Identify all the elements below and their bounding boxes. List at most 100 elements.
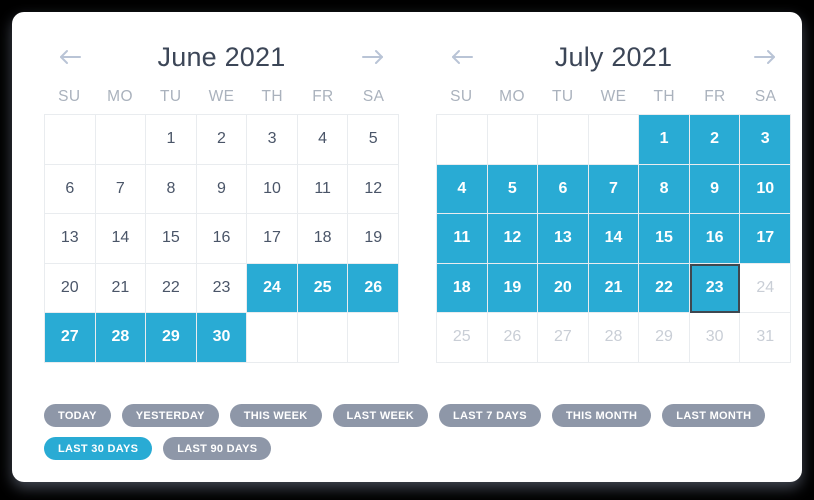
day-cell-july-1[interactable]: 1 xyxy=(639,115,690,165)
next-month-button-july[interactable] xyxy=(752,44,778,70)
day-cell-july-30: 30 xyxy=(689,313,741,363)
day-cell-july-27: 27 xyxy=(538,313,589,363)
preset-range-buttons: TODAY YESTERDAY THIS WEEK LAST WEEK LAST 7 D… xyxy=(44,404,770,460)
weekday-label-sa: SA xyxy=(754,88,777,105)
weekday-label-mo: MO xyxy=(499,88,525,105)
month-title-june: June 2021 xyxy=(157,41,286,72)
preset-last-30-days[interactable]: LAST 30 DAYS xyxy=(44,437,153,460)
days-grid-june: 1 2 3 4 5 6 7 8 9 10 11 12 13 14 15 16 17 18 19 20 21 22 23 24 2… xyxy=(44,114,399,363)
preset-last-7-days[interactable]: LAST 7 DAYS xyxy=(439,404,541,427)
day-cell-july-29: 29 xyxy=(639,313,690,363)
day-cell-empty xyxy=(297,313,349,363)
day-cell-june-15[interactable]: 15 xyxy=(146,214,197,264)
day-cell-july-26: 26 xyxy=(487,313,539,363)
day-cell-june-3[interactable]: 3 xyxy=(247,115,298,165)
day-cell-june-24[interactable]: 24 xyxy=(247,263,298,313)
weekday-label-su: SU xyxy=(58,88,81,105)
day-cell-june-17[interactable]: 17 xyxy=(247,214,298,264)
day-cell-july-10[interactable]: 10 xyxy=(740,164,791,214)
day-cell-july-15[interactable]: 15 xyxy=(639,214,690,264)
next-month-button-june[interactable] xyxy=(360,44,386,70)
day-cell-june-10[interactable]: 10 xyxy=(247,164,298,214)
day-cell-june-4[interactable]: 4 xyxy=(297,115,349,165)
day-cell-july-3[interactable]: 3 xyxy=(740,115,791,165)
days-grid-july: 1 2 3 4 5 6 7 8 9 10 11 12 13 14 15 16 17 18 19 20 21 22 23 24 2… xyxy=(436,114,791,363)
day-cell-june-16[interactable]: 16 xyxy=(196,214,248,264)
day-cell-june-27[interactable]: 27 xyxy=(45,313,96,363)
weekday-label-tu: TU xyxy=(160,88,182,105)
day-cell-july-22[interactable]: 22 xyxy=(639,263,690,313)
day-cell-empty xyxy=(588,115,640,165)
day-cell-june-11[interactable]: 11 xyxy=(297,164,349,214)
day-cell-june-12[interactable]: 12 xyxy=(348,164,399,214)
preset-today[interactable]: TODAY xyxy=(44,404,111,427)
day-cell-july-8[interactable]: 8 xyxy=(639,164,690,214)
month-title-july: July 2021 xyxy=(554,41,673,72)
day-cell-july-7[interactable]: 7 xyxy=(588,164,640,214)
popover-caret-icon xyxy=(568,12,594,25)
day-cell-july-18[interactable]: 18 xyxy=(437,263,488,313)
day-cell-june-5[interactable]: 5 xyxy=(348,115,399,165)
calendar-july: July 2021 SU MO TU WE TH FR SA 1 2 3 4 5 6 7 8 9 10 11 12… xyxy=(436,34,791,363)
day-cell-july-23[interactable]: 23 xyxy=(689,263,741,313)
preset-last-month[interactable]: LAST MONTH xyxy=(662,404,766,427)
day-cell-june-1[interactable]: 1 xyxy=(146,115,197,165)
day-cell-june-8[interactable]: 8 xyxy=(146,164,197,214)
day-cell-july-6[interactable]: 6 xyxy=(538,164,589,214)
day-cell-july-13[interactable]: 13 xyxy=(538,214,589,264)
preset-this-month[interactable]: THIS MONTH xyxy=(551,404,652,427)
day-cell-june-29[interactable]: 29 xyxy=(146,313,197,363)
weekday-label-we: WE xyxy=(600,88,627,105)
date-range-picker-card: June 2021 SU MO TU WE TH FR SA 1 2 3 4 5 6 7 8 9 10 11 12… xyxy=(12,12,802,482)
day-cell-july-12[interactable]: 12 xyxy=(487,214,539,264)
day-cell-june-2[interactable]: 2 xyxy=(196,115,248,165)
day-cell-june-9[interactable]: 9 xyxy=(196,164,248,214)
weekday-label-sa: SA xyxy=(362,88,385,105)
day-cell-june-25[interactable]: 25 xyxy=(297,263,349,313)
day-cell-july-17[interactable]: 17 xyxy=(740,214,791,264)
day-cell-july-25: 25 xyxy=(437,313,488,363)
calendar-header-june: June 2021 xyxy=(44,34,399,80)
day-cell-july-5[interactable]: 5 xyxy=(487,164,539,214)
preset-last-week[interactable]: LAST WEEK xyxy=(332,404,429,427)
day-cell-july-19[interactable]: 19 xyxy=(487,263,539,313)
day-cell-july-16[interactable]: 16 xyxy=(689,214,741,264)
weekday-label-we: WE xyxy=(208,88,235,105)
day-cell-july-21[interactable]: 21 xyxy=(588,263,640,313)
day-cell-july-20[interactable]: 20 xyxy=(538,263,589,313)
preset-this-week[interactable]: THIS WEEK xyxy=(229,404,322,427)
day-cell-june-21[interactable]: 21 xyxy=(95,263,147,313)
day-cell-july-14[interactable]: 14 xyxy=(588,214,640,264)
day-cell-july-2[interactable]: 2 xyxy=(689,115,741,165)
day-cell-june-30[interactable]: 30 xyxy=(196,313,248,363)
preset-yesterday[interactable]: YESTERDAY xyxy=(121,404,219,427)
day-cell-empty xyxy=(247,313,298,363)
day-cell-june-18[interactable]: 18 xyxy=(297,214,349,264)
day-cell-july-9[interactable]: 9 xyxy=(689,164,741,214)
day-cell-empty xyxy=(538,115,589,165)
prev-month-button-july[interactable] xyxy=(449,44,475,70)
day-cell-july-28: 28 xyxy=(588,313,640,363)
calendar-header-july: July 2021 xyxy=(436,34,791,80)
day-cell-june-23[interactable]: 23 xyxy=(196,263,248,313)
day-cell-june-19[interactable]: 19 xyxy=(348,214,399,264)
day-cell-june-28[interactable]: 28 xyxy=(95,313,147,363)
day-cell-june-14[interactable]: 14 xyxy=(95,214,147,264)
day-cell-june-7[interactable]: 7 xyxy=(95,164,147,214)
day-cell-empty xyxy=(45,115,96,165)
day-cell-june-26[interactable]: 26 xyxy=(348,263,399,313)
weekday-label-fr: FR xyxy=(312,88,334,105)
day-cell-june-20[interactable]: 20 xyxy=(45,263,96,313)
weekday-label-fr: FR xyxy=(704,88,726,105)
weekday-label-mo: MO xyxy=(107,88,133,105)
day-cell-empty xyxy=(487,115,539,165)
day-cell-june-6[interactable]: 6 xyxy=(45,164,96,214)
day-cell-july-4[interactable]: 4 xyxy=(437,164,488,214)
day-cell-empty xyxy=(348,313,399,363)
day-cell-july-24: 24 xyxy=(740,263,791,313)
day-cell-june-22[interactable]: 22 xyxy=(146,263,197,313)
preset-last-90-days[interactable]: LAST 90 DAYS xyxy=(163,437,272,460)
day-cell-july-11[interactable]: 11 xyxy=(437,214,488,264)
day-cell-june-13[interactable]: 13 xyxy=(45,214,96,264)
prev-month-button-june[interactable] xyxy=(57,44,83,70)
